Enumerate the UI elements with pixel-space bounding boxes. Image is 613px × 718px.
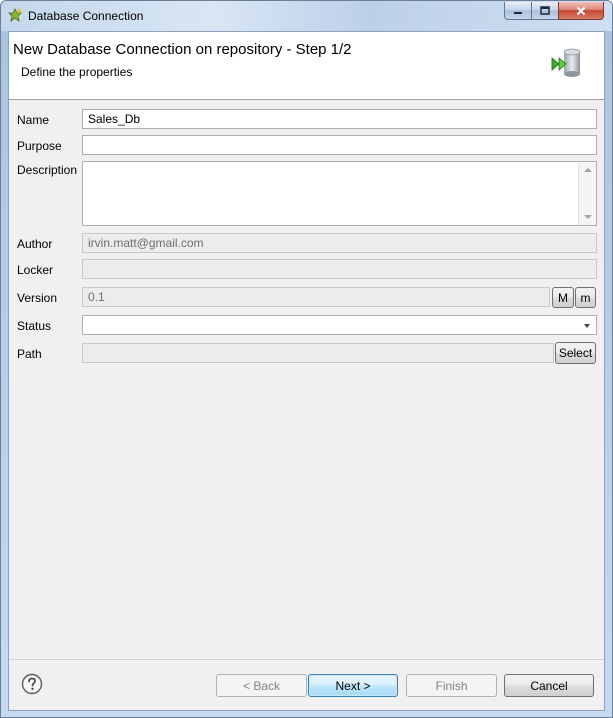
finish-button[interactable]: Finish bbox=[406, 674, 497, 697]
talend-app-icon bbox=[8, 8, 22, 22]
chevron-down-icon[interactable] bbox=[584, 324, 590, 328]
maximize-icon bbox=[540, 6, 550, 15]
description-scrollbar[interactable] bbox=[578, 162, 596, 225]
close-button[interactable] bbox=[558, 2, 604, 20]
author-input: irvin.matt@gmail.com bbox=[82, 233, 597, 253]
path-select-button[interactable]: Select bbox=[555, 342, 596, 364]
maximize-button[interactable] bbox=[531, 2, 559, 20]
close-icon bbox=[576, 6, 586, 15]
title-bar[interactable]: Database Connection bbox=[1, 1, 612, 31]
path-label: Path bbox=[17, 347, 42, 361]
name-input[interactable]: Sales_Db bbox=[82, 109, 597, 129]
footer-separator bbox=[9, 659, 604, 660]
database-connection-window: Database Connection New Database Connect… bbox=[0, 0, 613, 718]
description-label: Description bbox=[17, 163, 78, 177]
minor-version-button[interactable]: m bbox=[575, 287, 596, 308]
version-input: 0.1 bbox=[82, 287, 550, 307]
version-label: Version bbox=[17, 291, 58, 305]
cancel-button[interactable]: Cancel bbox=[504, 674, 594, 697]
status-label: Status bbox=[17, 319, 52, 333]
name-label: Name bbox=[17, 113, 50, 127]
purpose-input[interactable] bbox=[82, 135, 597, 155]
minimize-icon bbox=[514, 11, 522, 14]
major-version-button[interactable]: M bbox=[552, 287, 574, 308]
back-button[interactable]: < Back bbox=[216, 674, 307, 697]
scroll-down-icon[interactable] bbox=[584, 215, 592, 219]
path-input bbox=[82, 343, 554, 363]
locker-label: Locker bbox=[17, 263, 54, 277]
author-label: Author bbox=[17, 237, 53, 251]
purpose-label: Purpose bbox=[17, 139, 62, 153]
description-textarea[interactable] bbox=[82, 161, 597, 226]
wizard-header: New Database Connection on repository - … bbox=[9, 32, 604, 100]
minimize-button[interactable] bbox=[504, 2, 532, 20]
help-icon[interactable] bbox=[21, 673, 43, 695]
dialog-body: New Database Connection on repository - … bbox=[8, 31, 605, 711]
window-title: Database Connection bbox=[28, 9, 144, 23]
status-select[interactable] bbox=[82, 315, 597, 335]
database-connection-icon bbox=[551, 48, 581, 77]
scroll-up-icon[interactable] bbox=[584, 168, 592, 172]
locker-input bbox=[82, 259, 597, 279]
next-button[interactable]: Next > bbox=[308, 674, 398, 697]
wizard-title: New Database Connection on repository - … bbox=[13, 41, 352, 58]
wizard-subtitle: Define the properties bbox=[21, 65, 133, 79]
